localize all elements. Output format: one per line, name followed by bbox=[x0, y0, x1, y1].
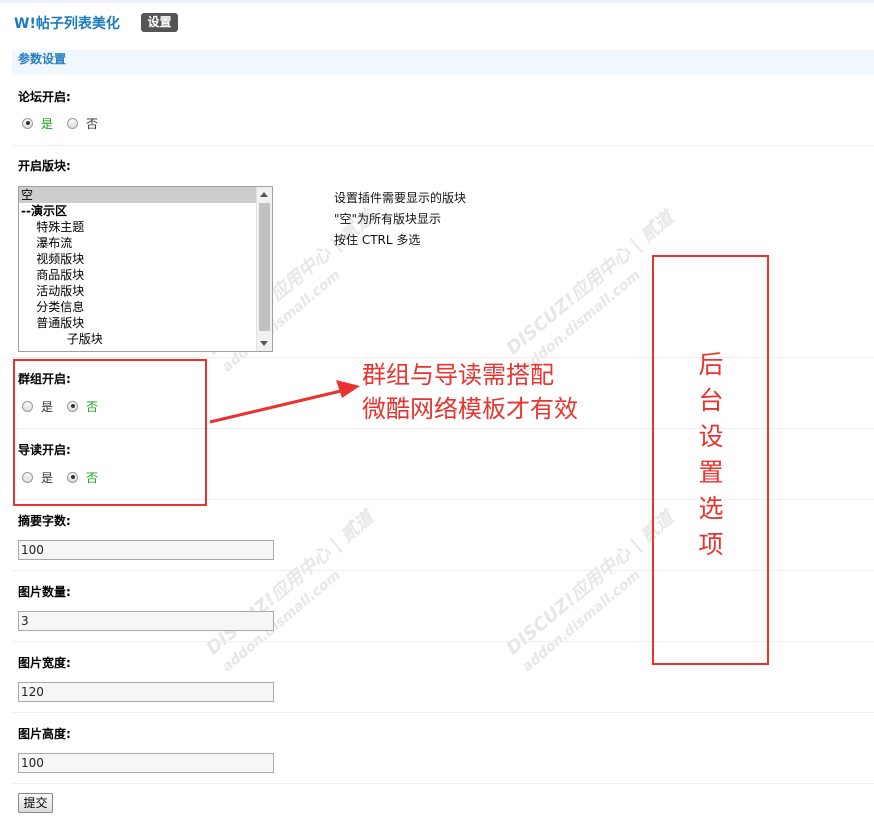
annotation-text-line2: 微酷网络模板才有效 bbox=[362, 395, 578, 423]
annotation-text-line1: 群组与导读需搭配 bbox=[362, 361, 554, 389]
annotation-vertical-text: 后 台 设 置 选 项 bbox=[698, 350, 724, 559]
